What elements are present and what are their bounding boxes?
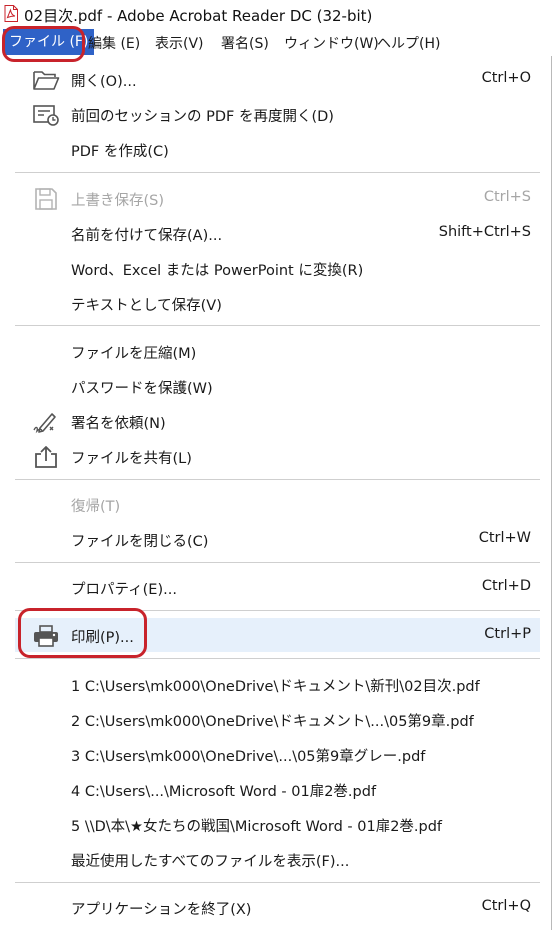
menu-item-label: アプリケーションを終了(X) xyxy=(71,902,252,918)
menu-item-share-file[interactable]: ファイルを共有(L) xyxy=(15,439,540,473)
menu-separator xyxy=(15,172,540,173)
menu-window[interactable]: ウィンドウ(W) xyxy=(284,33,379,53)
menu-item-label: 最近使用したすべてのファイルを表示(F)... xyxy=(71,854,350,870)
menu-item-shortcut: Ctrl+Q xyxy=(481,898,531,914)
menu-item-label: 5 \\D\本\★女たちの戦国\Microsoft Word - 01扉2巻.p… xyxy=(71,819,443,835)
menu-item-label: Word、Excel または PowerPoint に変換(R) xyxy=(71,263,364,279)
menu-item-label: PDF を作成(C) xyxy=(71,144,169,160)
menu-item-label: プロパティ(E)... xyxy=(71,582,177,598)
menu-item-save-as-text[interactable]: テキストとして保存(V) xyxy=(15,286,540,320)
menu-item-properties[interactable]: プロパティ(E)... Ctrl+D xyxy=(15,570,540,604)
menu-item-label: 開く(O)... xyxy=(71,74,137,90)
menu-edit[interactable]: 編集 (E) xyxy=(88,33,140,53)
menu-item-recent-file-5[interactable]: 5 \\D\本\★女たちの戦国\Microsoft Word - 01扉2巻.p… xyxy=(15,807,540,841)
menu-separator xyxy=(15,325,540,326)
menu-item-label: ファイルを共有(L) xyxy=(71,451,192,467)
menu-item-label: テキストとして保存(V) xyxy=(71,298,222,314)
menu-item-save[interactable]: 上書き保存(S) Ctrl+S xyxy=(15,181,540,215)
menu-item-shortcut: Ctrl+P xyxy=(484,626,531,642)
menu-item-label: パスワードを保護(W) xyxy=(71,381,213,397)
menu-item-label: 1 C:\Users\mk000\OneDrive\ドキュメント\新刊\02目次… xyxy=(71,679,480,695)
menu-separator xyxy=(15,658,540,659)
menu-item-shortcut: Ctrl+W xyxy=(478,530,531,546)
menu-item-revert[interactable]: 復帰(T) xyxy=(15,487,540,521)
title-bar: 02目次.pdf - Adobe Acrobat Reader DC (32-b… xyxy=(0,0,554,28)
menu-item-label: 復帰(T) xyxy=(71,499,121,515)
folder-open-icon xyxy=(33,71,60,90)
menu-item-label: 前回のセッションの PDF を再度開く(D) xyxy=(71,109,334,125)
menu-item-label: 上書き保存(S) xyxy=(71,193,165,209)
pdf-file-icon xyxy=(4,5,18,22)
menu-item-recent-file-3[interactable]: 3 C:\Users\mk000\OneDrive\...\05第9章グレー.p… xyxy=(15,737,540,771)
menu-item-recent-file-1[interactable]: 1 C:\Users\mk000\OneDrive\ドキュメント\新刊\02目次… xyxy=(15,667,540,701)
print-highlight-annotation xyxy=(18,608,147,658)
share-icon xyxy=(35,446,57,468)
menu-item-recent-file-4[interactable]: 4 C:\Users\...\Microsoft Word - 01扉2巻.pd… xyxy=(15,772,540,806)
menu-item-close-file[interactable]: ファイルを閉じる(C) Ctrl+W xyxy=(15,522,540,556)
menu-item-show-all-recent[interactable]: 最近使用したすべてのファイルを表示(F)... xyxy=(15,842,540,876)
menu-item-label: ファイルを圧縮(M) xyxy=(71,346,197,362)
menu-item-request-signature[interactable]: 署名を依頼(N) xyxy=(15,404,540,438)
restore-session-icon xyxy=(33,105,59,126)
menu-item-label: 2 C:\Users\mk000\OneDrive\ドキュメント\...\05第… xyxy=(71,714,474,730)
menu-item-open[interactable]: 開く(O)... Ctrl+O xyxy=(15,62,540,96)
menu-item-label: 3 C:\Users\mk000\OneDrive\...\05第9章グレー.p… xyxy=(71,749,426,765)
menu-item-label: 署名を依頼(N) xyxy=(71,416,166,432)
menu-item-shortcut: Ctrl+D xyxy=(481,578,531,594)
menu-item-compress[interactable]: ファイルを圧縮(M) xyxy=(15,334,540,368)
menu-item-save-as[interactable]: 名前を付けて保存(A)... Shift+Ctrl+S xyxy=(15,216,540,250)
file-menu-dropdown: 開く(O)... Ctrl+O 前回のセッションの PDF を再度開く(D) P… xyxy=(0,56,552,930)
menu-item-password-protect[interactable]: パスワードを保護(W) xyxy=(15,369,540,403)
menu-help[interactable]: ヘルプ(H) xyxy=(377,33,440,53)
menu-item-reopen-session[interactable]: 前回のセッションの PDF を再度開く(D) xyxy=(15,97,540,131)
menu-separator xyxy=(15,882,540,883)
menu-item-label: 4 C:\Users\...\Microsoft Word - 01扉2巻.pd… xyxy=(71,784,377,800)
menu-item-shortcut: Shift+Ctrl+S xyxy=(438,224,531,240)
sign-pen-icon xyxy=(33,413,56,434)
menu-item-convert[interactable]: Word、Excel または PowerPoint に変換(R) xyxy=(15,251,540,285)
menu-separator xyxy=(15,562,540,563)
menu-item-recent-file-2[interactable]: 2 C:\Users\mk000\OneDrive\ドキュメント\...\05第… xyxy=(15,702,540,736)
menu-item-label: 名前を付けて保存(A)... xyxy=(71,228,223,244)
menu-item-shortcut: Ctrl+S xyxy=(483,189,531,205)
save-icon xyxy=(35,188,57,210)
menu-item-shortcut: Ctrl+O xyxy=(481,70,531,86)
file-menu-highlight-annotation xyxy=(2,26,85,62)
menu-item-create-pdf[interactable]: PDF を作成(C) xyxy=(15,132,540,166)
menu-sign[interactable]: 署名(S) xyxy=(221,33,269,53)
menu-item-label: ファイルを閉じる(C) xyxy=(71,534,209,550)
menu-separator xyxy=(15,479,540,480)
menu-item-exit[interactable]: アプリケーションを終了(X) Ctrl+Q xyxy=(15,890,540,924)
menu-view[interactable]: 表示(V) xyxy=(155,33,204,53)
window-title: 02目次.pdf - Adobe Acrobat Reader DC (32-b… xyxy=(24,7,373,25)
